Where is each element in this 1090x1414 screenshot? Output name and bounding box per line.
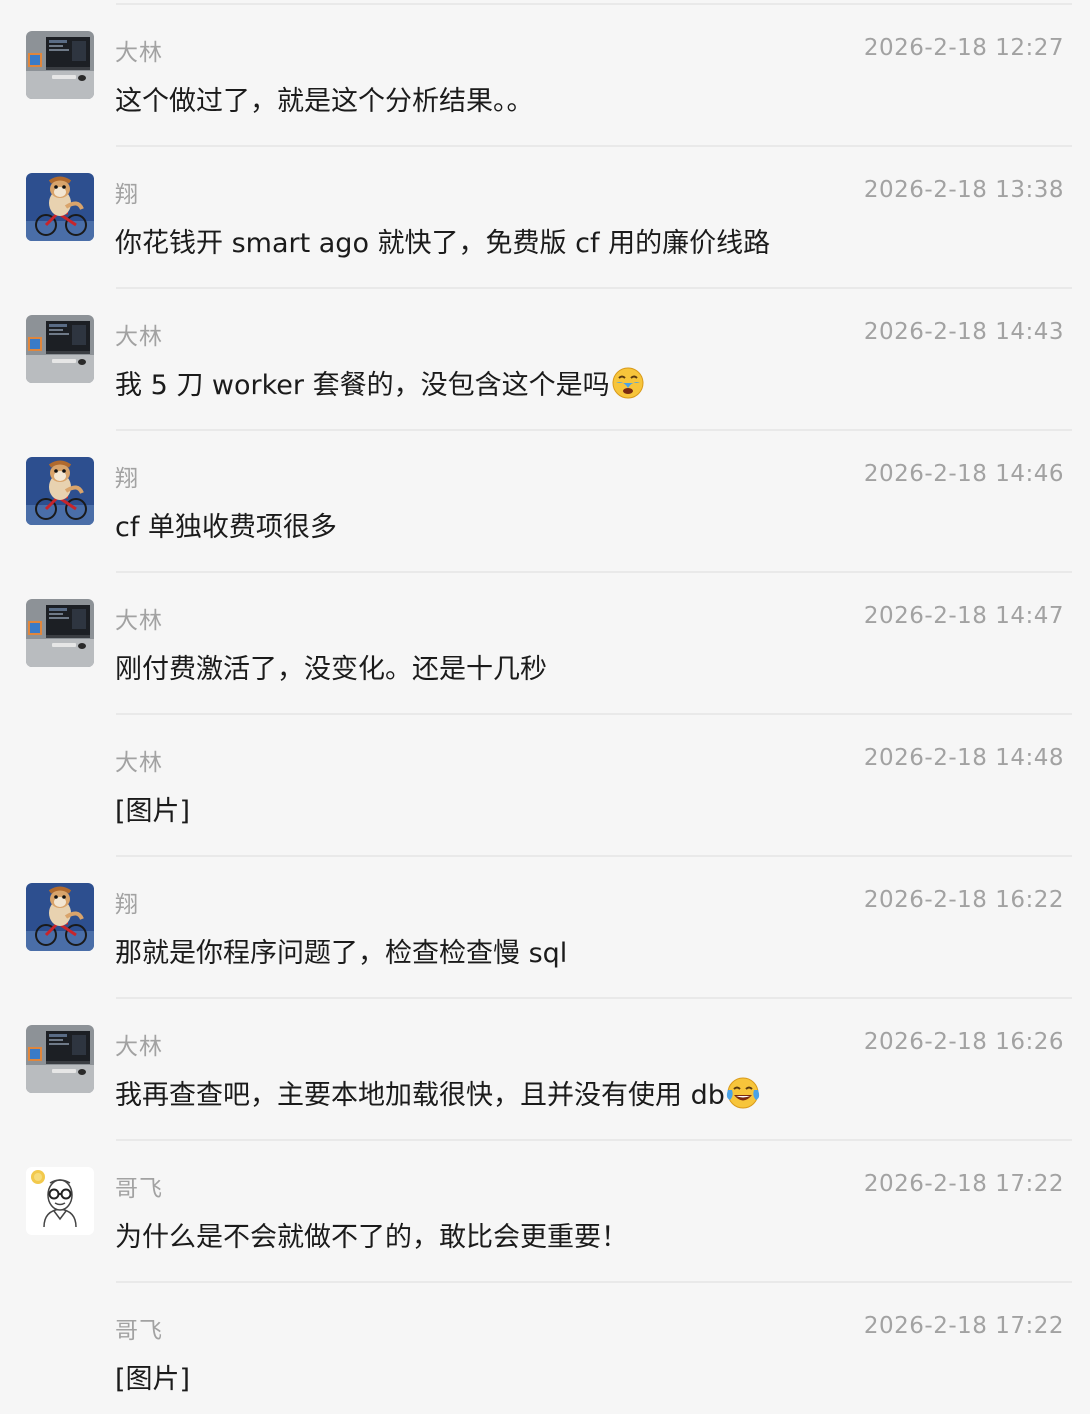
message-text-content: cf 单独收费项很多: [115, 512, 337, 543]
glasses-man-avatar[interactable]: [26, 1167, 94, 1235]
message-text-content: 你花钱开 smart ago 就快了，免费版 cf 用的廉价线路: [115, 228, 771, 259]
message-text-content: 刚付费激活了，没变化。还是十几秒: [115, 654, 547, 685]
sender-name: 翔: [115, 892, 139, 918]
sender-name: 翔: [115, 182, 139, 208]
message-item: 翔 2026-2-18 13:38 你花钱开 smart ago 就快了，免费版…: [0, 147, 1090, 289]
desk-setup-avatar[interactable]: [26, 31, 94, 99]
message-item: 大林 2026-2-18 14:43 我 5 刀 worker 套餐的，没包含这…: [0, 289, 1090, 431]
message-text-content: 这个做过了，就是这个分析结果。。: [115, 86, 534, 117]
hamster-bike-avatar[interactable]: [26, 457, 94, 525]
message-item: 大林 2026-2-18 12:27 这个做过了，就是这个分析结果。。: [0, 5, 1090, 147]
sender-name: 哥飞: [115, 1176, 163, 1202]
hamster-bike-avatar[interactable]: [26, 173, 94, 241]
sender-name: 大林: [115, 324, 163, 350]
sender-name: 翔: [115, 466, 139, 492]
message-timestamp: 2026-2-18 14:48: [863, 745, 1064, 771]
message-timestamp: 2026-2-18 14:46: [863, 461, 1064, 487]
hamster-bike-avatar[interactable]: [26, 883, 94, 951]
tears-of-joy-emoji: [726, 1076, 760, 1110]
message-timestamp: 2026-2-18 16:26: [863, 1029, 1064, 1055]
message-item: 翔 2026-2-18 14:46 cf 单独收费项很多: [0, 431, 1090, 573]
message-text-content: 那就是你程序问题了，检查检查慢 sql: [115, 938, 568, 969]
message-item: 大林 2026-2-18 14:47 刚付费激活了，没变化。还是十几秒: [0, 573, 1090, 715]
image-placeholder[interactable]: [图片]: [115, 1357, 190, 1396]
image-placeholder[interactable]: [图片]: [115, 789, 190, 828]
message-timestamp: 2026-2-18 14:47: [863, 603, 1064, 629]
sender-name: 哥飞: [115, 1318, 163, 1344]
message-text[interactable]: 为什么是不会就做不了的，敢比会更重要！: [115, 1215, 628, 1254]
message-timestamp: 2026-2-18 17:22: [863, 1313, 1064, 1339]
message-text-content: 我 5 刀 worker 套餐的，没包含这个是吗: [115, 370, 610, 401]
message-text[interactable]: 那就是你程序问题了，检查检查慢 sql: [115, 931, 567, 970]
message-text-content: 我再查查吧，主要本地加载很快，且并没有使用 db: [115, 1080, 725, 1111]
desk-setup-avatar[interactable]: [26, 599, 94, 667]
sender-name: 大林: [115, 750, 163, 776]
message-text-content: [图片]: [115, 796, 191, 827]
message-timestamp: 2026-2-18 17:22: [863, 1171, 1064, 1197]
message-text[interactable]: 这个做过了，就是这个分析结果。。: [115, 79, 534, 118]
message-timestamp: 2026-2-18 14:43: [863, 319, 1064, 345]
message-text[interactable]: cf 单独收费项很多: [115, 505, 337, 544]
crying-face-emoji: [611, 366, 645, 400]
message-text-content: [图片]: [115, 1364, 191, 1395]
message-timestamp: 2026-2-18 13:38: [863, 177, 1064, 203]
desk-setup-avatar[interactable]: [26, 1025, 94, 1093]
message-item: 大林 2026-2-18 14:48 [图片]: [0, 715, 1090, 857]
message-text[interactable]: 刚付费激活了，没变化。还是十几秒: [115, 647, 547, 686]
message-text[interactable]: 你花钱开 smart ago 就快了，免费版 cf 用的廉价线路: [115, 221, 770, 260]
message-item: 大林 2026-2-18 16:26 我再查查吧，主要本地加载很快，且并没有使用…: [0, 999, 1090, 1141]
message-item: 翔 2026-2-18 16:22 那就是你程序问题了，检查检查慢 sql: [0, 857, 1090, 999]
sender-name: 大林: [115, 608, 163, 634]
message-text[interactable]: 我 5 刀 worker 套餐的，没包含这个是吗: [115, 363, 645, 402]
message-text-content: 为什么是不会就做不了的，敢比会更重要！: [115, 1222, 628, 1253]
sender-name: 大林: [115, 40, 163, 66]
message-item: 哥飞 2026-2-18 17:22 [图片]: [0, 1283, 1090, 1414]
message-timestamp: 2026-2-18 16:22: [863, 887, 1064, 913]
chat-history: 大林 2026-2-18 12:27 这个做过了，就是这个分析结果。。 翔 20…: [0, 0, 1090, 1414]
message-item: 哥飞 2026-2-18 17:22 为什么是不会就做不了的，敢比会更重要！: [0, 1141, 1090, 1283]
message-text[interactable]: 我再查查吧，主要本地加载很快，且并没有使用 db: [115, 1073, 760, 1112]
desk-setup-avatar[interactable]: [26, 315, 94, 383]
sender-name: 大林: [115, 1034, 163, 1060]
message-timestamp: 2026-2-18 12:27: [863, 35, 1064, 61]
